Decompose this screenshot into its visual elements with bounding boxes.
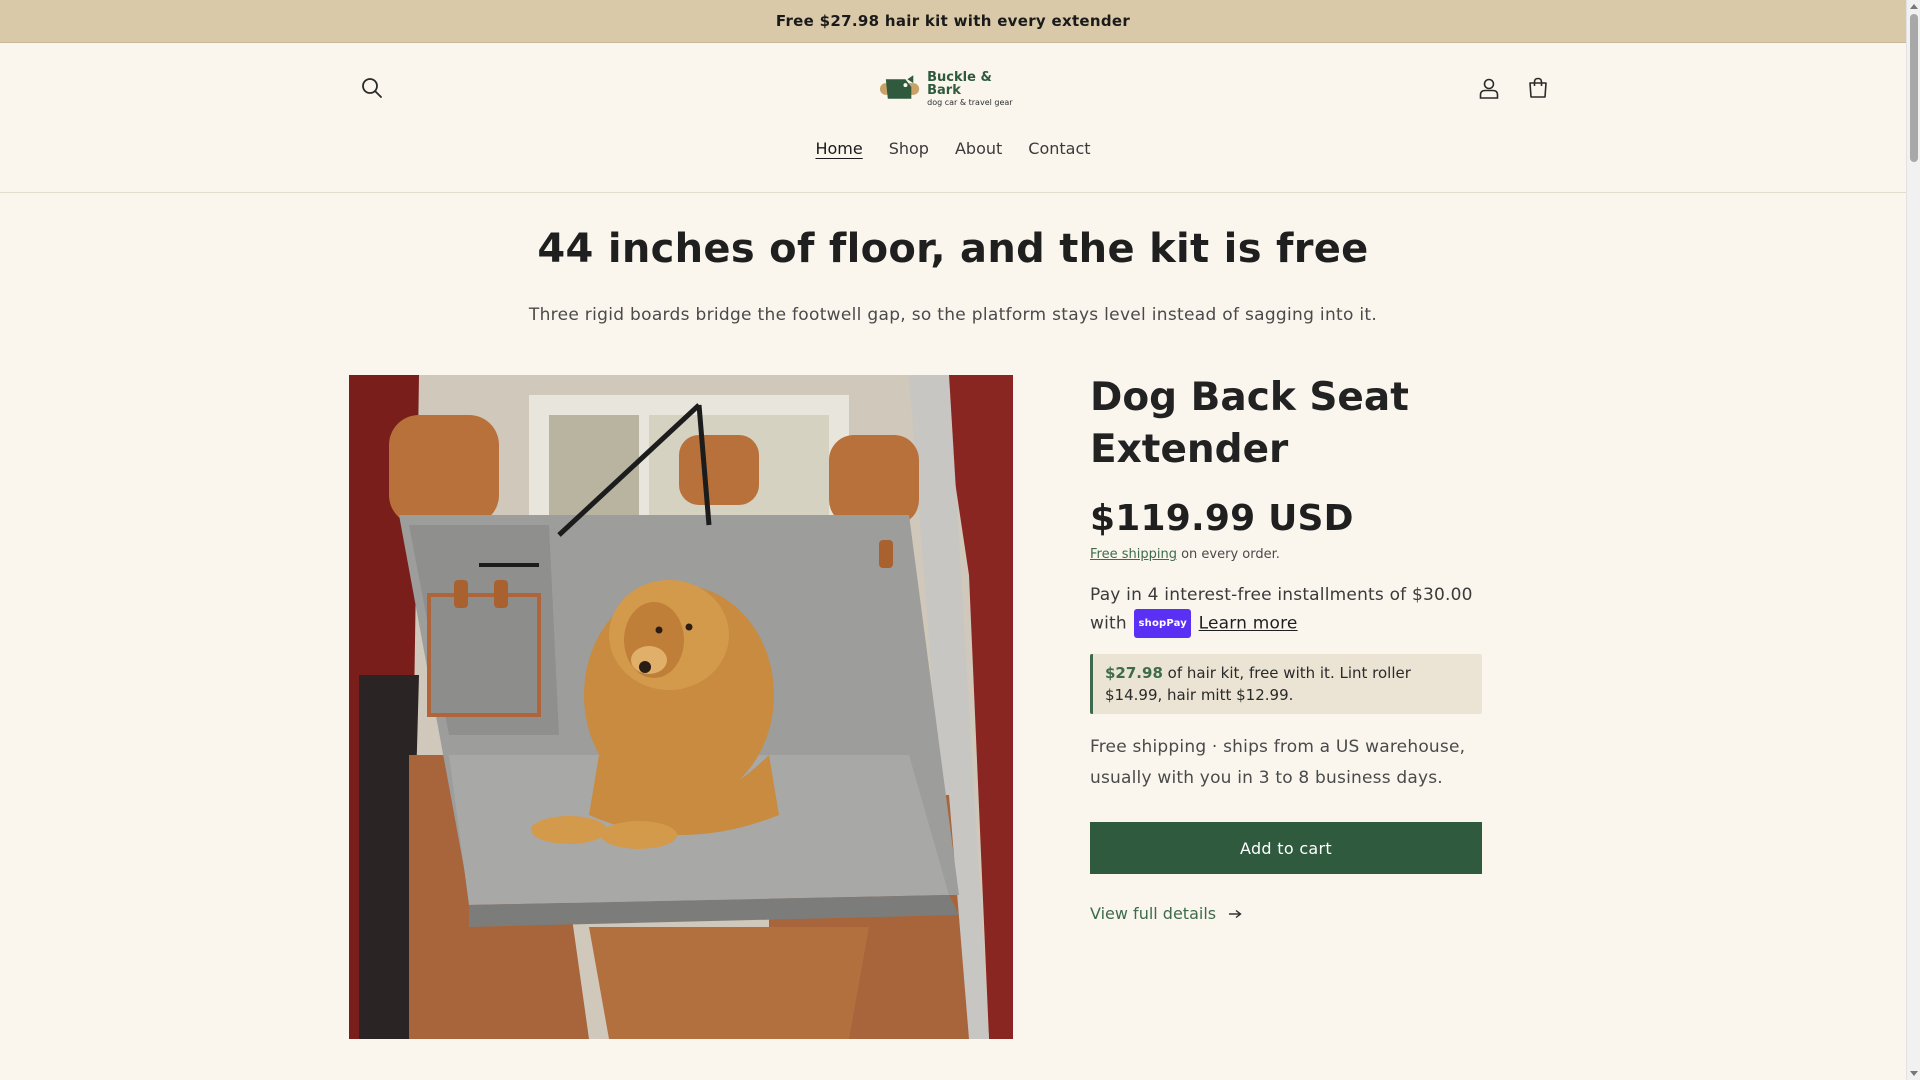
page-subhead: Three rigid boards bridge the footwell g… [528,305,1378,325]
logo-name: Buckle & Bark [927,70,992,98]
nav-home[interactable]: Home [815,139,862,158]
nav-contact[interactable]: Contact [1028,139,1090,158]
nav-about[interactable]: About [955,139,1002,158]
shipping-policy: Free shipping on every order. [1090,547,1482,562]
dog-logo-icon [879,75,920,99]
view-details-label: View full details [1090,904,1217,923]
learn-more-link[interactable]: Learn more [1199,614,1298,634]
free-shipping-link[interactable]: Free shipping [1090,547,1177,562]
installments-note: Pay in 4 interest-free installments of $… [1090,582,1482,638]
product-info: Dog Back Seat Extender $119.99 USD Free … [1090,372,1482,923]
search-icon [362,78,382,98]
scroll-down-arrow[interactable] [1910,1071,1918,1076]
shipping-note: Free shipping · ships from a US warehous… [1090,737,1466,788]
kit-highlight: $27.98 [1105,664,1163,682]
cart-button[interactable] [1518,68,1558,108]
page-headline: 44 inches of floor, and the kit is free [537,226,1369,272]
logo[interactable]: Buckle & Bark dog car & travel gear [878,71,1028,107]
logo-tagline: dog car & travel gear [927,98,1013,107]
view-full-details-link[interactable]: View full details [1090,904,1482,923]
shoppay-badge: shopPay [1134,609,1192,638]
hair-kit-callout: $27.98 of hair kit, free with it. Lint r… [1090,654,1482,714]
main-nav: Home Shop About Contact [0,139,1906,158]
add-to-cart-button[interactable]: Add to cart [1090,822,1482,874]
account-icon [1479,78,1499,99]
arrow-right-icon [1229,909,1242,918]
nav-shop[interactable]: Shop [889,139,929,158]
shipping-suffix: on every order. [1176,547,1280,562]
announcement-text: Free $27.98 hair kit with every extender [775,12,1131,30]
scroll-up-arrow[interactable] [1910,4,1918,9]
account-button[interactable] [1469,68,1509,108]
product-photo [349,375,1013,1039]
product-price: $119.99 USD [1090,498,1354,539]
product-title: Dog Back Seat Extender [1090,375,1409,472]
scroll-thumb[interactable] [1910,14,1918,162]
announcement-bar: Free $27.98 hair kit with every extender [0,0,1906,43]
product-image[interactable] [349,375,1013,1039]
search-button[interactable] [352,68,392,108]
site-header: Buckle & Bark dog car & travel gear Home… [0,43,1906,193]
cart-icon [1529,77,1547,98]
page-scrollbar[interactable] [1906,0,1920,1080]
